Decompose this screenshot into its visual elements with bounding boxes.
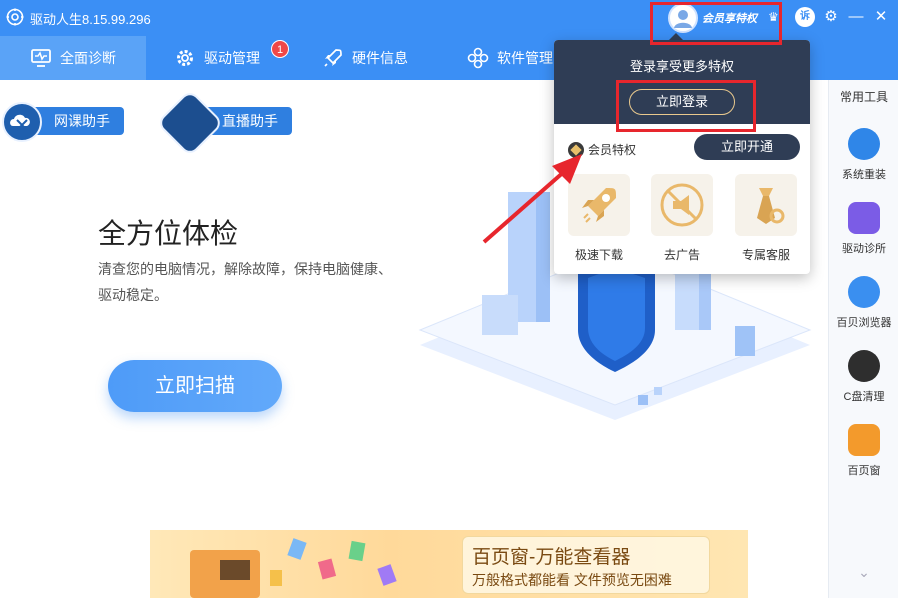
no-ad-icon	[651, 174, 713, 236]
reinstall-icon	[848, 128, 880, 160]
scan-now-button[interactable]: 立即扫描	[108, 360, 282, 412]
sidebar-item-label: C盘清理	[843, 391, 885, 403]
broom-icon	[848, 350, 880, 382]
chevron-down-icon[interactable]: ⌄	[855, 564, 873, 580]
folder-icon	[848, 424, 880, 456]
minimize-icon[interactable]: —	[845, 6, 867, 28]
tools-sidebar: 常用工具 系统重装 驱动诊所 百贝浏览器 C盘清理 百页窗 ⌄	[828, 80, 898, 598]
gear-icon	[177, 50, 193, 66]
feedback-icon[interactable]: 诉	[795, 7, 815, 27]
tab-hardware-info[interactable]: 硬件信息	[322, 36, 432, 80]
page-title: 全方位体检	[98, 218, 239, 249]
banner-subtitle: 万般格式都能看 文件预览无困难	[472, 572, 672, 588]
sidebar-item-label: 百页窗	[847, 465, 881, 477]
flower-icon	[467, 47, 489, 69]
banner-title: 百页窗-万能查看器	[472, 547, 631, 568]
page-description: 清查您的电脑情况，解除故障，保持电脑健康、驱动稳定。	[98, 261, 392, 303]
tab-label: 驱动管理	[204, 50, 260, 66]
perk-label: 极速下载	[574, 248, 623, 262]
tab-label: 软件管理	[497, 50, 553, 66]
tab-label: 硬件信息	[352, 50, 408, 66]
sidebar-item-label: 驱动诊所	[842, 243, 886, 255]
settings-icon[interactable]: ⚙	[820, 6, 842, 28]
banner-illustration	[190, 538, 397, 598]
sidebar-item-baibei-browser[interactable]: 百贝浏览器	[829, 276, 898, 330]
open-membership-button[interactable]: 立即开通	[694, 134, 800, 160]
rocket-icon	[324, 49, 342, 67]
clinic-icon	[848, 202, 880, 234]
live-tools-icon	[156, 89, 224, 157]
perk-remove-ads[interactable]: 去广告	[650, 174, 714, 263]
sidebar-item-label: 百贝浏览器	[836, 317, 892, 329]
sidebar-title: 常用工具	[839, 90, 888, 104]
sidebar-item-driver-clinic[interactable]: 驱动诊所	[829, 202, 898, 256]
privilege-label-text: 会员特权	[588, 143, 637, 157]
perk-label: 专属客服	[741, 248, 790, 262]
browser-icon	[848, 276, 880, 308]
live-helper-button[interactable]: 直播助手	[156, 89, 297, 157]
sidebar-item-system-reinstall[interactable]: 系统重装	[829, 128, 898, 182]
cloud-tools-icon	[2, 102, 42, 142]
monitor-icon	[31, 49, 51, 67]
sidebar-item-label: 系统重装	[842, 169, 886, 181]
annotation-arrow	[482, 154, 582, 244]
tab-label: 全面诊断	[60, 50, 116, 66]
notification-badge: 1	[271, 40, 289, 58]
online-class-helper-button[interactable]: 网课助手	[2, 102, 137, 142]
app-logo-icon	[6, 8, 24, 26]
vip-popup: 登录享受更多特权 立即登录 会员特权 立即开通 极速下载 去广告 专属客服	[554, 40, 810, 274]
popup-title: 登录享受更多特权	[629, 59, 734, 74]
tab-full-diagnosis[interactable]: 全面诊断	[0, 36, 146, 80]
perk-label: 去广告	[663, 248, 700, 262]
perk-exclusive-service[interactable]: 专属客服	[734, 174, 798, 263]
highlight-box-login	[616, 80, 756, 132]
close-icon[interactable]: ✕	[870, 6, 892, 28]
app-title: 驱动人生8.15.99.296	[30, 12, 151, 27]
highlight-box-vip	[650, 2, 782, 45]
service-icon	[735, 174, 797, 236]
sidebar-item-baiyechuang[interactable]: 百页窗	[829, 424, 898, 478]
sidebar-item-c-drive-cleanup[interactable]: C盘清理	[829, 350, 898, 404]
